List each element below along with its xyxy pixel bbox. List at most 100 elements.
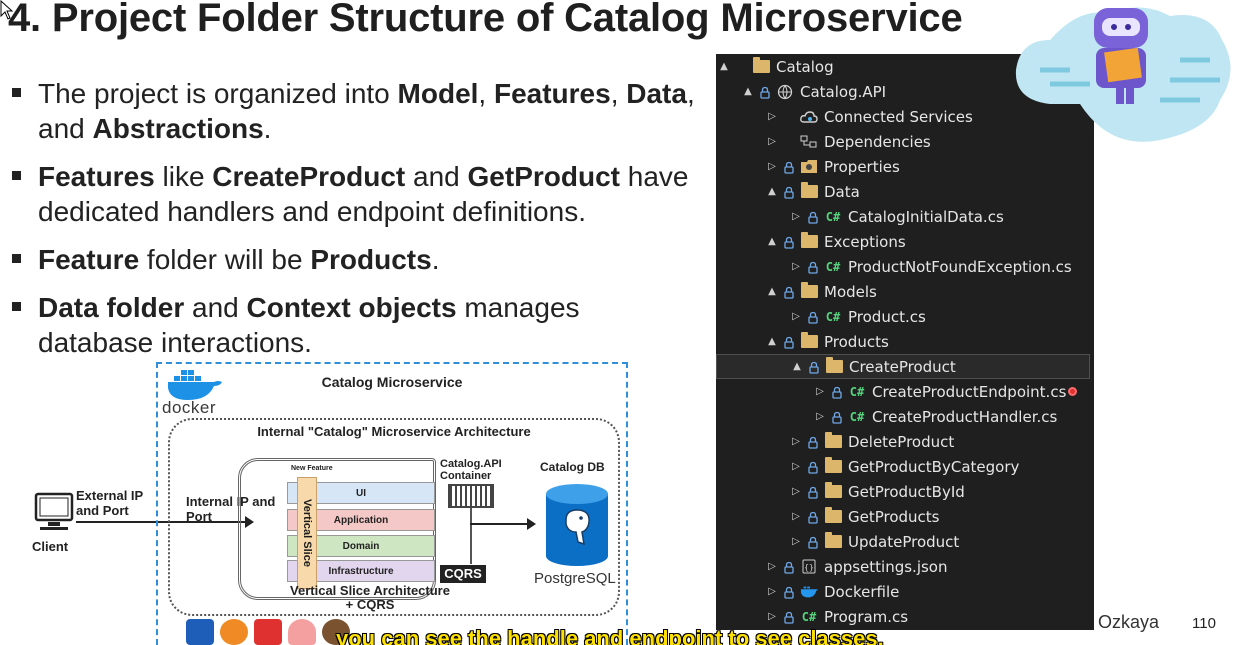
lock-icon [809, 360, 821, 374]
expand-arrow-icon[interactable]: ▷ [790, 261, 802, 272]
expand-arrow-icon[interactable]: ▷ [814, 411, 826, 422]
lock-icon [808, 535, 820, 549]
collapse-arrow-icon[interactable]: ▲ [766, 236, 778, 247]
expand-arrow-icon[interactable]: ▷ [766, 586, 778, 597]
client-label: Client [32, 539, 69, 554]
tree-item-properties[interactable]: ▷ Properties [716, 154, 1094, 179]
architecture-caption: Vertical Slice Architecture + CQRS [290, 583, 450, 612]
expand-arrow-icon[interactable]: ▷ [790, 486, 802, 497]
bullet-item: Features like CreateProduct and GetProdu… [10, 159, 700, 229]
tree-item-label: Dockerfile [824, 582, 900, 601]
collapse-arrow-icon[interactable]: ▲ [742, 86, 754, 97]
tree-item-productnotfoundexception-cs[interactable]: ▷ C# ProductNotFoundException.cs [716, 254, 1094, 279]
expand-arrow-icon[interactable]: ▷ [790, 436, 802, 447]
bullet-bold-text: Features [493, 78, 611, 109]
lock-icon [808, 435, 820, 449]
expand-arrow-icon[interactable]: ▷ [766, 611, 778, 622]
folder-icon [800, 332, 818, 349]
collapse-arrow-icon[interactable]: ▲ [766, 286, 778, 297]
folder-icon [824, 457, 842, 474]
tree-item-label: Product.cs [848, 307, 926, 326]
tree-item-updateproduct[interactable]: ▷ UpdateProduct [716, 529, 1094, 554]
expand-arrow-icon[interactable]: ▷ [790, 311, 802, 322]
json-icon: {} [800, 559, 818, 574]
svg-text:{}: {} [804, 563, 814, 572]
folder-icon [824, 432, 842, 449]
lock-icon [784, 585, 796, 599]
tree-item-cataloginitialdata-cs[interactable]: ▷ C# CatalogInitialData.cs [716, 204, 1094, 229]
tree-item-label: DeleteProduct [848, 432, 955, 451]
tree-item-getproducts[interactable]: ▷ GetProducts [716, 504, 1094, 529]
tree-item-label: CreateProductEndpoint.cs [872, 382, 1067, 401]
folder-icon [800, 232, 818, 249]
lock-icon [784, 235, 796, 249]
bullet-list: The project is organized into Model, Fea… [10, 76, 700, 373]
tree-item-models[interactable]: ▲ Models [716, 279, 1094, 304]
tree-item-getproductbyid[interactable]: ▷ GetProductById [716, 479, 1094, 504]
tree-item-label: Dependencies [824, 132, 931, 151]
api-container-label: Catalog.API Container [440, 458, 502, 482]
tree-item-label: Data [824, 182, 860, 201]
collapse-arrow-icon[interactable]: ▲ [791, 361, 803, 372]
csharp-file-icon: C# [849, 409, 865, 424]
tree-item-label: UpdateProduct [848, 532, 960, 551]
expand-arrow-icon[interactable]: ▷ [790, 511, 802, 522]
tree-item-exceptions[interactable]: ▲ Exceptions [716, 229, 1094, 254]
bullet-bold-text: Data [626, 78, 687, 109]
tree-item-label: CreateProductHandler.cs [872, 407, 1058, 426]
expand-arrow-icon[interactable]: ▷ [766, 161, 778, 172]
tree-item-createproducthandler-cs[interactable]: ▷ C# CreateProductHandler.cs [716, 404, 1094, 429]
expand-arrow-icon[interactable]: ▷ [790, 536, 802, 547]
architecture-diagram: External IP and Port Client Catalog Micr… [0, 356, 640, 645]
internal-architecture-title: Internal "Catalog" Microservice Architec… [257, 424, 531, 439]
expand-arrow-icon[interactable]: ▷ [790, 211, 802, 222]
video-subtitle-caption: you can see the handle and endpoint to s… [336, 626, 884, 645]
props-icon [800, 159, 818, 174]
db-arrow [470, 518, 536, 530]
tree-item-appsettings-json[interactable]: ▷ {} appsettings.json [716, 554, 1094, 579]
technology-logos [186, 618, 350, 645]
tree-item-getproductbycategory[interactable]: ▷ GetProductByCategory [716, 454, 1094, 479]
bullet-bold-text: Abstractions [92, 113, 264, 144]
bullet-item: The project is organized into Model, Fea… [10, 76, 700, 146]
tree-item-deleteproduct[interactable]: ▷ DeleteProduct [716, 429, 1094, 454]
tree-item-dockerfile[interactable]: ▷ Dockerfile [716, 579, 1094, 604]
lock-icon [784, 560, 796, 574]
bullet-bold-text: Data folder [38, 292, 185, 323]
expand-arrow-icon[interactable]: ▷ [766, 111, 778, 122]
tree-item-data[interactable]: ▲ Data [716, 179, 1094, 204]
tree-item-label: GetProductById [848, 482, 965, 501]
collapse-arrow-icon[interactable]: ▲ [766, 186, 778, 197]
tree-item-label: CatalogInitialData.cs [848, 207, 1004, 226]
folder-icon [824, 507, 842, 524]
collapse-arrow-icon[interactable]: ▲ [718, 61, 730, 72]
tree-item-label: Products [824, 332, 889, 351]
container-connector [470, 508, 472, 564]
lock-icon [808, 460, 820, 474]
tree-item-product-cs[interactable]: ▷ C# Product.cs [716, 304, 1094, 329]
folder-icon [800, 182, 818, 199]
expand-arrow-icon[interactable]: ▷ [814, 386, 826, 397]
expand-arrow-icon[interactable]: ▷ [766, 561, 778, 572]
tree-item-label: Models [824, 282, 877, 301]
lock-icon [808, 310, 820, 324]
pointer-marker-icon [1068, 387, 1078, 396]
vertical-slice-bar: Vertical Slice [297, 477, 317, 589]
expand-arrow-icon[interactable]: ▷ [766, 136, 778, 147]
expand-arrow-icon[interactable]: ▷ [790, 461, 802, 472]
folder-icon [825, 357, 843, 374]
cloud-icon [800, 109, 818, 124]
postgres-database-icon [546, 484, 608, 566]
container-icon [448, 484, 494, 508]
collapse-arrow-icon[interactable]: ▲ [766, 336, 778, 347]
tree-item-label: Exceptions [824, 232, 906, 251]
tree-item-label: GetProducts [848, 507, 940, 526]
tree-item-createproduct[interactable]: ▲ CreateProduct [716, 354, 1090, 379]
tree-item-products[interactable]: ▲ Products [716, 329, 1094, 354]
docker-icon [800, 584, 818, 599]
deps-icon [800, 134, 818, 149]
tree-item-label: ProductNotFoundException.cs [848, 257, 1072, 276]
lock-icon [832, 410, 844, 424]
csharp-file-icon: C# [801, 609, 817, 624]
tree-item-createproductendpoint-cs[interactable]: ▷ C# CreateProductEndpoint.cs [716, 379, 1094, 404]
